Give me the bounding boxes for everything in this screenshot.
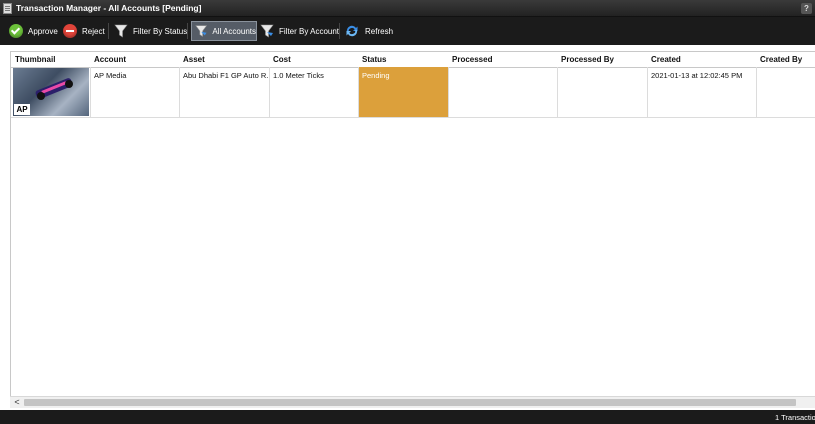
toolbar-divider bbox=[187, 23, 188, 39]
column-divider bbox=[90, 67, 91, 117]
window-title: Transaction Manager - All Accounts [Pend… bbox=[16, 3, 202, 13]
account-cell: AP Media bbox=[94, 71, 127, 80]
toolbar-divider bbox=[339, 23, 340, 39]
scrollbar-thumb[interactable] bbox=[24, 399, 796, 406]
approve-button[interactable]: Approve bbox=[9, 21, 58, 41]
created-cell: 2021-01-13 at 12:02:45 PM bbox=[651, 71, 743, 80]
checkmark-icon bbox=[9, 24, 23, 38]
status-bar: 1 Transactio bbox=[0, 410, 815, 424]
column-divider bbox=[358, 67, 359, 117]
filter-by-status-button[interactable]: Filter By Status bbox=[114, 21, 187, 41]
filter-by-account-button[interactable]: Filter By Account bbox=[260, 21, 339, 41]
transaction-count: 1 Transactio bbox=[775, 413, 815, 422]
column-divider bbox=[756, 67, 757, 117]
asset-thumbnail: AP bbox=[13, 68, 89, 116]
column-divider bbox=[557, 67, 558, 117]
asset-cell: Abu Dhabi F1 GP Auto R... bbox=[183, 71, 269, 80]
column-divider bbox=[269, 67, 270, 117]
minus-circle-icon bbox=[63, 24, 77, 38]
column-divider bbox=[448, 67, 449, 117]
ap-logo: AP bbox=[14, 104, 30, 115]
filter-by-account-label: Filter By Account bbox=[279, 26, 340, 36]
filter-by-status-label: Filter By Status bbox=[133, 26, 188, 36]
approve-label: Approve bbox=[28, 26, 58, 36]
column-divider bbox=[647, 67, 648, 117]
toolbar: Approve Reject Filter By Status All Acco… bbox=[0, 17, 815, 45]
funnel-icon bbox=[114, 24, 128, 38]
refresh-button[interactable]: Refresh bbox=[345, 21, 393, 41]
table-row[interactable]: AP AP Media Abu Dhabi F1 GP Auto R... 1.… bbox=[11, 67, 815, 118]
wheel-graphic bbox=[65, 80, 73, 88]
cost-cell: 1.0 Meter Ticks bbox=[273, 71, 324, 80]
toolbar-divider bbox=[108, 23, 109, 39]
column-header-asset[interactable]: Asset bbox=[179, 52, 269, 67]
funnel-account-icon bbox=[195, 25, 208, 37]
refresh-icon bbox=[346, 25, 358, 37]
funnel-account-icon bbox=[260, 24, 274, 38]
processed-cell bbox=[448, 67, 557, 117]
status-cell: Pending bbox=[358, 67, 448, 117]
wheel-graphic bbox=[37, 92, 45, 100]
column-divider bbox=[179, 67, 180, 117]
window-titlebar: Transaction Manager - All Accounts [Pend… bbox=[0, 0, 815, 17]
horizontal-scrollbar[interactable]: < bbox=[10, 396, 815, 408]
column-header-processed[interactable]: Processed bbox=[448, 52, 557, 67]
column-header-status[interactable]: Status bbox=[358, 52, 448, 67]
column-header-account[interactable]: Account bbox=[90, 52, 179, 67]
help-button[interactable]: ? bbox=[801, 3, 812, 14]
left-gutter bbox=[0, 45, 10, 410]
all-accounts-button[interactable]: All Accounts bbox=[191, 21, 257, 41]
reject-label: Reject bbox=[82, 26, 105, 36]
transactions-table: Thumbnail Account Asset Cost Status Proc… bbox=[10, 51, 815, 397]
column-header-processed-by[interactable]: Processed By bbox=[557, 52, 647, 67]
column-header-thumbnail[interactable]: Thumbnail bbox=[11, 52, 90, 67]
scroll-left-arrow-icon[interactable]: < bbox=[12, 397, 22, 408]
window-app-icon bbox=[3, 3, 12, 14]
column-header-created[interactable]: Created bbox=[647, 52, 756, 67]
table-header: Thumbnail Account Asset Cost Status Proc… bbox=[11, 52, 815, 68]
processed-by-cell bbox=[557, 67, 647, 117]
column-header-cost[interactable]: Cost bbox=[269, 52, 358, 67]
reject-button[interactable]: Reject bbox=[63, 21, 105, 41]
column-header-created-by[interactable]: Created By bbox=[756, 52, 815, 67]
thumbnail-cell: AP bbox=[11, 67, 90, 117]
refresh-label: Refresh bbox=[365, 26, 394, 36]
all-accounts-label: All Accounts bbox=[212, 26, 256, 36]
created-by-cell bbox=[756, 67, 815, 117]
